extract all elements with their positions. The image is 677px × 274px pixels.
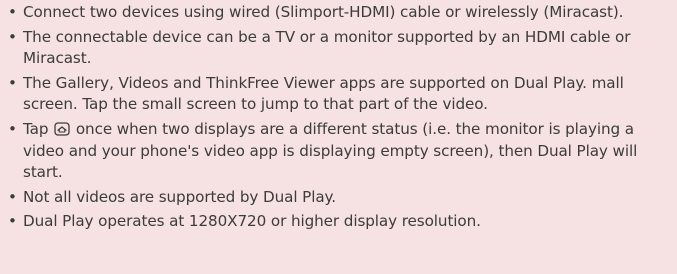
list-item-text-after-icon: once when two displays are a different s… — [23, 119, 638, 182]
document-page: • Connect two devices using wired (Slimp… — [0, 0, 677, 274]
list-item-text: The connectable device can be a TV or a … — [23, 27, 631, 68]
bullet-list: • Connect two devices using wired (Slimp… — [8, 2, 677, 233]
bullet-marker: • — [8, 212, 17, 231]
bullet-marker: • — [8, 119, 17, 138]
list-item: • The Gallery, Videos and ThinkFree View… — [8, 73, 677, 116]
list-item-text: Dual Play operates at 1280X720 or higher… — [23, 212, 481, 231]
bullet-marker: • — [8, 187, 17, 206]
bullet-marker: • — [8, 27, 17, 46]
bullet-marker: • — [8, 73, 17, 92]
home-key-icon — [54, 122, 70, 136]
list-item: • Not all videos are supported by Dual P… — [8, 187, 677, 209]
list-item: • Connect two devices using wired (Slimp… — [8, 2, 677, 24]
list-item-text: Not all videos are supported by Dual Pla… — [23, 187, 337, 206]
list-item-text: The Gallery, Videos and ThinkFree Viewer… — [23, 73, 624, 114]
list-item-text-before-icon: Tap — [23, 119, 54, 138]
list-item: • The connectable device can be a TV or … — [8, 27, 677, 70]
list-item-text: Connect two devices using wired (Slimpor… — [23, 3, 624, 21]
list-item: • Tap once when two displays are a diffe… — [8, 119, 677, 184]
bullet-marker: • — [8, 3, 17, 21]
list-item: • Dual Play operates at 1280X720 or high… — [8, 211, 677, 233]
